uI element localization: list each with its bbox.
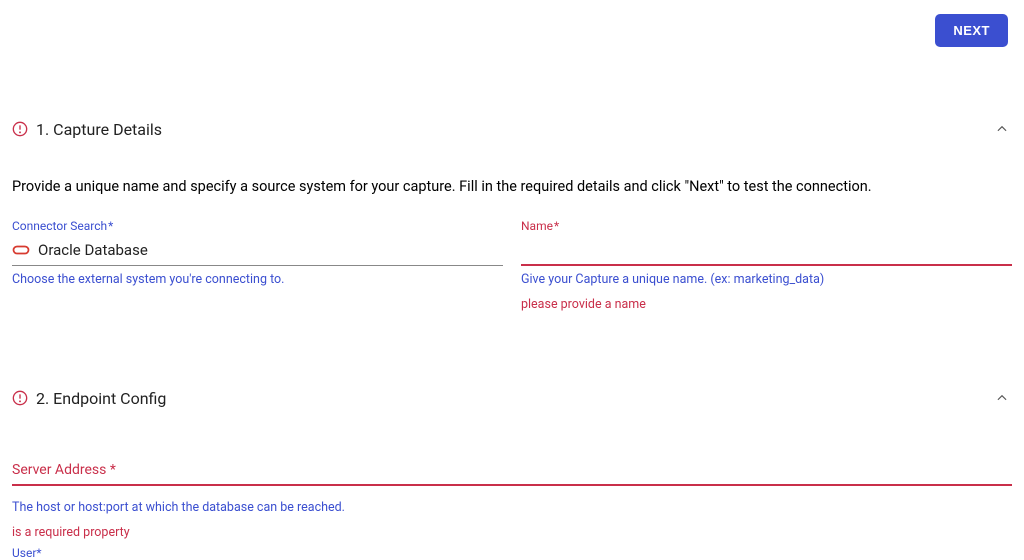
user-label-text: User (12, 546, 36, 560)
collapse-toggle[interactable] (992, 388, 1012, 408)
section-capture-details: 1. Capture Details Provide a unique name… (0, 119, 1024, 312)
user-label: User* (12, 546, 1012, 560)
oracle-icon (12, 244, 30, 256)
server-address-error: is a required property (12, 525, 1012, 540)
name-label: Name* (521, 219, 1012, 233)
next-button[interactable]: NEXT (935, 14, 1008, 47)
collapse-toggle[interactable] (992, 119, 1012, 139)
name-help: Give your Capture a unique name. (ex: ma… (521, 272, 1012, 287)
connector-label: Connector Search* (12, 219, 503, 233)
section-title: 1. Capture Details (36, 120, 162, 139)
connector-field: Connector Search* Oracle Database Choose… (12, 219, 503, 312)
section-intro: Provide a unique name and specify a sour… (12, 177, 1012, 197)
section-endpoint-config: 2. Endpoint Config Server Address * The … (0, 388, 1024, 560)
connector-value: Oracle Database (38, 241, 148, 259)
alert-circle-icon (12, 390, 28, 406)
required-mark: * (108, 219, 113, 233)
name-error: please provide a name (521, 297, 1012, 312)
connector-help: Choose the external system you're connec… (12, 272, 503, 287)
name-label-text: Name (521, 219, 553, 233)
required-mark: * (554, 219, 559, 233)
required-mark: * (36, 546, 41, 560)
section-title: 2. Endpoint Config (36, 389, 166, 408)
connector-label-text: Connector Search (12, 219, 107, 233)
connector-search-input[interactable]: Oracle Database (12, 237, 503, 266)
name-field: Name* Give your Capture a unique name. (… (521, 219, 1012, 312)
required-mark: * (110, 462, 116, 478)
server-address-label: Server Address * (12, 462, 1012, 478)
server-address-help: The host or host:port at which the datab… (12, 500, 1012, 515)
name-input[interactable] (521, 237, 1012, 266)
server-address-label-text: Server Address (12, 462, 106, 478)
alert-circle-icon (12, 121, 28, 137)
server-address-field: Server Address * The host or host:port a… (12, 462, 1012, 560)
server-address-input[interactable] (12, 484, 1012, 486)
